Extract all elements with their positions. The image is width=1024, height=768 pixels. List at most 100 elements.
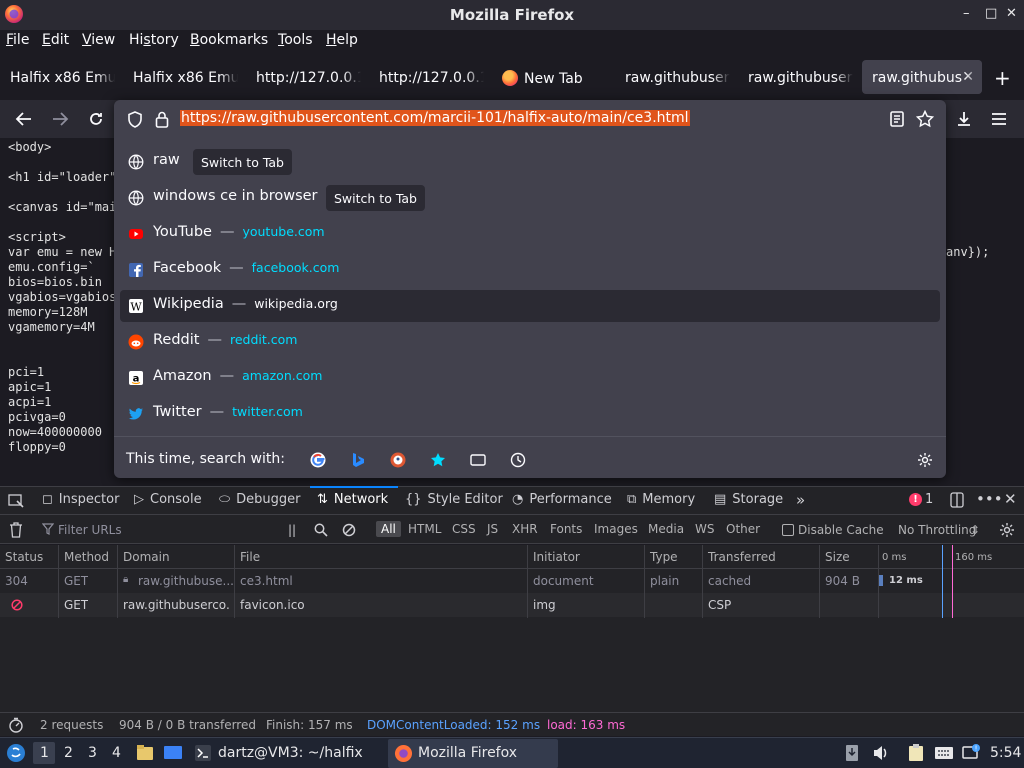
urlbar[interactable]: https://raw.githubusercontent.com/marcii… bbox=[114, 100, 946, 138]
tracking-shield-icon[interactable] bbox=[127, 111, 143, 128]
maximize-button[interactable]: □ bbox=[985, 6, 997, 21]
desktop-icon[interactable] bbox=[163, 743, 183, 763]
suggestion-amazon[interactable]: a Amazon — amazon.com bbox=[120, 362, 940, 394]
bing-icon[interactable] bbox=[350, 452, 366, 468]
filter-type-all[interactable]: All bbox=[376, 521, 401, 537]
close-devtools-icon[interactable]: ✕ bbox=[1004, 490, 1017, 508]
menu-help[interactable]: Help bbox=[326, 32, 358, 48]
duckduckgo-icon[interactable] bbox=[390, 452, 406, 468]
downloads-icon[interactable] bbox=[955, 110, 973, 128]
network-table-body: 304 GET raw.githubuse... ce3.html document pl… bbox=[0, 569, 1024, 618]
column-header-initiator[interactable]: Initiator bbox=[533, 550, 580, 564]
menu-bookmarks[interactable]: Bookmarks bbox=[190, 32, 268, 48]
updates-icon[interactable] bbox=[845, 744, 859, 762]
suggestion-youtube[interactable]: YouTube — youtube.com bbox=[120, 218, 940, 250]
column-header-size[interactable]: Size bbox=[825, 550, 850, 564]
reload-icon[interactable] bbox=[88, 111, 104, 127]
minimize-button[interactable]: – bbox=[963, 6, 970, 21]
keyboard-icon[interactable] bbox=[934, 744, 954, 762]
filter-type-other[interactable]: Other bbox=[726, 522, 760, 536]
column-header-type[interactable]: Type bbox=[650, 550, 678, 564]
tab[interactable]: Halfix x86 Emu bbox=[0, 60, 115, 94]
file-manager-icon[interactable] bbox=[135, 743, 155, 763]
back-arrow-icon[interactable] bbox=[15, 111, 33, 127]
column-header-file[interactable]: File bbox=[240, 550, 260, 564]
menu-edit[interactable]: Edit bbox=[42, 32, 69, 48]
devtools-tab-inspector[interactable]: ◻ Inspector bbox=[42, 492, 119, 507]
tab[interactable]: http://127.0.0.1 bbox=[246, 60, 361, 94]
column-header-transferred[interactable]: Transferred bbox=[708, 550, 776, 564]
table-row[interactable]: GET raw.githubuserco... favicon.ico img CSP bbox=[0, 593, 1024, 617]
taskbar-firefox-window[interactable]: Mozilla Firefox bbox=[418, 745, 517, 761]
workspace-3[interactable]: 3 bbox=[88, 745, 97, 761]
column-header-method[interactable]: Method bbox=[64, 550, 109, 564]
google-icon[interactable] bbox=[310, 452, 326, 468]
start-menu-icon[interactable] bbox=[6, 743, 26, 763]
devtools-options-icon[interactable]: ••• bbox=[976, 490, 1003, 508]
filter-type-media[interactable]: Media bbox=[648, 522, 684, 536]
forward-arrow-icon[interactable] bbox=[51, 111, 69, 127]
tab[interactable]: raw.githubuser bbox=[615, 60, 730, 94]
suggestion-windows-ce-in-browser[interactable]: windows ce in browser Switch to Tab bbox=[120, 182, 940, 214]
bookmarks-search-icon[interactable] bbox=[430, 452, 446, 468]
reader-view-icon[interactable] bbox=[890, 111, 904, 127]
devtools-tab-style-editor[interactable]: {} Style Editor bbox=[405, 492, 503, 507]
url-input[interactable]: https://raw.githubusercontent.com/marcii… bbox=[180, 110, 690, 126]
filter-type-images[interactable]: Images bbox=[594, 522, 638, 536]
lock-icon[interactable] bbox=[155, 111, 169, 128]
filter-type-js[interactable]: JS bbox=[487, 522, 498, 536]
close-tab-icon[interactable]: ✕ bbox=[962, 69, 974, 85]
error-count[interactable]: 1 bbox=[925, 492, 933, 507]
error-icon[interactable]: ! bbox=[909, 493, 922, 506]
suggestion-twitter[interactable]: Twitter — twitter.com bbox=[120, 398, 940, 430]
column-header-status[interactable]: Status bbox=[5, 550, 43, 564]
menu-tools[interactable]: Tools bbox=[278, 32, 313, 48]
tabs-search-icon[interactable] bbox=[470, 452, 486, 468]
new-tab-button[interactable]: + bbox=[994, 66, 1011, 90]
tab-active[interactable]: raw.githubus ✕ bbox=[862, 60, 982, 94]
more-tools-chevron-icon[interactable]: » bbox=[796, 491, 805, 509]
hamburger-menu-icon[interactable] bbox=[991, 112, 1007, 126]
devtools-tab-network[interactable]: ⇅ Network bbox=[317, 492, 388, 507]
clipboard-icon[interactable] bbox=[906, 744, 926, 762]
filter-type-fonts[interactable]: Fonts bbox=[550, 522, 582, 536]
bookmark-star-icon[interactable] bbox=[916, 110, 934, 128]
workspace-4[interactable]: 4 bbox=[112, 745, 121, 761]
suggestion-facebook[interactable]: Facebook — facebook.com bbox=[120, 254, 940, 286]
tab[interactable]: Halfix x86 Emu bbox=[123, 60, 238, 94]
devtools-tab-debugger[interactable]: ⬭ Debugger bbox=[219, 492, 300, 507]
search-settings-gear-icon[interactable] bbox=[917, 452, 933, 468]
devtools-tab-memory[interactable]: ⧉ Memory bbox=[627, 492, 695, 507]
history-search-icon[interactable] bbox=[510, 452, 526, 468]
workspace-1[interactable]: 1 bbox=[40, 745, 49, 761]
suggestion-title: Twitter bbox=[153, 404, 202, 420]
filter-type-ws[interactable]: WS bbox=[695, 522, 714, 536]
column-header-domain[interactable]: Domain bbox=[123, 550, 170, 564]
responsive-design-icon[interactable] bbox=[950, 492, 964, 508]
menu-view[interactable]: View bbox=[82, 32, 115, 48]
menu-label-part: dit bbox=[50, 32, 70, 48]
tab[interactable]: http://127.0.0.1 bbox=[369, 60, 484, 94]
devtools-tab-storage[interactable]: ▤ Storage bbox=[714, 492, 783, 507]
cell-domain: raw.githubuse... bbox=[138, 574, 234, 588]
performance-analysis-icon[interactable] bbox=[8, 717, 24, 733]
suggestion-reddit[interactable]: Reddit — reddit.com bbox=[120, 326, 940, 358]
filter-type-css[interactable]: CSS bbox=[452, 522, 476, 536]
table-row[interactable]: 304 GET raw.githubuse... ce3.html document pl… bbox=[0, 569, 1024, 593]
devtools-tab-console[interactable]: ▷ Console bbox=[134, 492, 202, 507]
tab[interactable]: New Tab bbox=[492, 60, 607, 94]
volume-icon[interactable] bbox=[872, 744, 890, 762]
suggestion-wikipedia[interactable]: W Wikipedia — wikipedia.org bbox=[120, 290, 940, 322]
filter-type-html[interactable]: HTML bbox=[408, 522, 441, 536]
devtools-tab-performance[interactable]: ◔ Performance bbox=[512, 492, 612, 507]
network-status-icon[interactable]: ! bbox=[961, 743, 981, 763]
suggestion-separator: — bbox=[231, 296, 247, 312]
menu-history[interactable]: History bbox=[129, 32, 179, 48]
taskbar-terminal-window[interactable]: dartz@VM3: ~/halfix bbox=[218, 745, 363, 761]
suggestion-raw[interactable]: raw Switch to Tab bbox=[120, 146, 940, 178]
workspace-2[interactable]: 2 bbox=[64, 745, 73, 761]
close-window-button[interactable]: ✕ bbox=[1006, 6, 1017, 21]
tab[interactable]: raw.githubuser bbox=[738, 60, 853, 94]
filter-type-xhr[interactable]: XHR bbox=[512, 522, 538, 536]
menu-file[interactable]: File bbox=[6, 32, 29, 48]
